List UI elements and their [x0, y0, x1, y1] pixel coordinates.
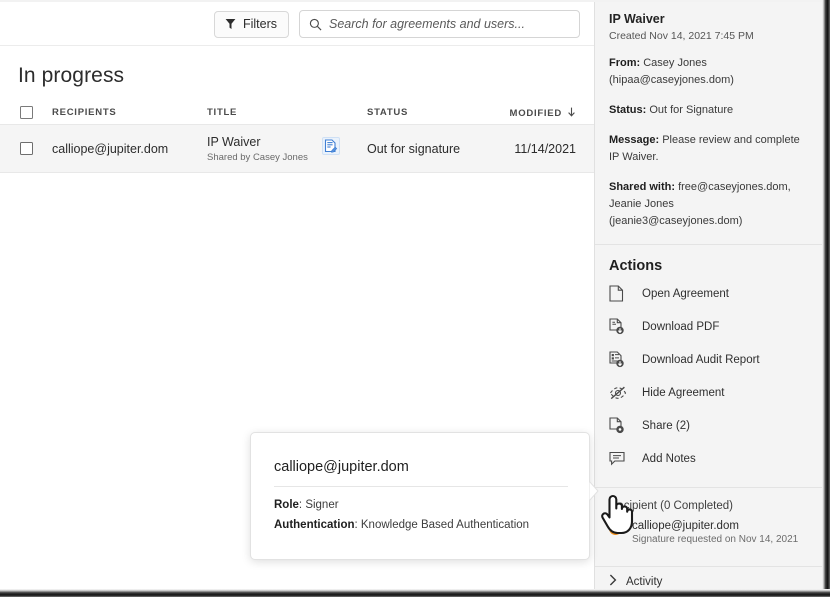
cell-doc-icon[interactable]	[322, 137, 367, 160]
tooltip-auth-label: Authentication	[274, 519, 355, 531]
recipient-tooltip-card: calliope@jupiter.dom Role: Signer Authen…	[250, 432, 590, 560]
detail-status: Status: Out for Signature	[609, 102, 808, 119]
download-pdf-icon	[609, 318, 633, 335]
action-download-pdf-label: Download PDF	[642, 320, 720, 333]
action-download-audit-report[interactable]: Download Audit Report	[595, 343, 822, 376]
detail-status-label: Status:	[609, 104, 647, 116]
toolbar-controls: Filters	[213, 10, 580, 38]
tooltip-divider	[274, 486, 568, 487]
row-select-cell	[0, 142, 52, 155]
download-audit-report-icon	[609, 351, 633, 368]
action-hide-agreement[interactable]: Hide Agreement	[595, 376, 822, 409]
agreements-table: RECIPIENTS TITLE STATUS MODIFIED calliop…	[0, 100, 594, 173]
recipient-texts: calliope@jupiter.dom Signature requested…	[632, 520, 798, 545]
action-download-audit-report-label: Download Audit Report	[642, 353, 760, 366]
recipient-item[interactable]: calliope@jupiter.dom Signature requested…	[595, 520, 822, 545]
cell-title: IP Waiver Shared by Casey Jones	[207, 135, 322, 163]
column-header-modified[interactable]: MODIFIED	[502, 103, 594, 121]
detail-from-label: From:	[609, 57, 641, 69]
action-open-agreement-label: Open Agreement	[642, 287, 729, 300]
table-row[interactable]: calliope@jupiter.dom IP Waiver Shared by…	[0, 125, 594, 173]
column-header-recipients[interactable]: RECIPIENTS	[52, 107, 207, 118]
action-share[interactable]: Share (2)	[595, 409, 822, 442]
detail-shared-label: Shared with:	[609, 181, 676, 193]
cell-shared-by: Shared by Casey Jones	[207, 151, 308, 163]
tooltip-role-value: Signer	[305, 499, 339, 511]
tooltip-pointer-arrow	[588, 479, 600, 503]
document-signature-icon	[322, 137, 340, 160]
cell-status: Out for signature	[367, 141, 461, 156]
sort-arrow-down-icon	[567, 107, 576, 120]
funnel-icon	[225, 18, 236, 30]
top-toolbar: Filters	[0, 0, 594, 45]
detail-doc-title: IP Waiver	[609, 12, 665, 26]
search-input[interactable]	[329, 17, 564, 31]
cell-recipient: calliope@jupiter.dom	[52, 141, 169, 156]
file-icon	[609, 285, 633, 302]
tooltip-title: calliope@jupiter.dom	[274, 459, 409, 475]
table-header-row: RECIPIENTS TITLE STATUS MODIFIED	[0, 100, 594, 125]
detail-created: Created Nov 14, 2021 7:45 PM	[609, 30, 754, 42]
activity-label: Activity	[626, 576, 663, 588]
search-icon	[309, 18, 322, 31]
window-edge-top	[0, 0, 830, 2]
toolbar-divider	[0, 45, 594, 46]
action-share-label: Share (2)	[642, 419, 690, 432]
actions-heading: Actions	[609, 258, 663, 274]
cell-modified: 11/14/2021	[514, 141, 576, 156]
recipient-name: calliope@jupiter.dom	[632, 520, 739, 532]
search-box[interactable]	[299, 10, 580, 38]
tooltip-auth-line: Authentication: Knowledge Based Authenti…	[274, 519, 530, 531]
filters-button-label: Filters	[242, 17, 277, 31]
column-header-modified-label: MODIFIED	[509, 108, 562, 119]
detail-shared-with: Shared with: free@caseyjones.dom, Jeanie…	[609, 179, 808, 230]
detail-message-label: Message:	[609, 134, 660, 146]
select-all-cell	[0, 105, 52, 119]
agreement-summary-section: IP Waiver Created Nov 14, 2021 7:45 PM F…	[595, 0, 822, 244]
recipient-heading: Recipient (0 Completed)	[609, 500, 734, 512]
eye-slash-icon	[609, 385, 633, 400]
action-add-notes-label: Add Notes	[642, 452, 696, 465]
window-edge-bottom	[0, 589, 830, 597]
detail-status-value: Out for Signature	[649, 104, 734, 116]
cell-title-text: IP Waiver	[207, 134, 261, 149]
comment-icon	[609, 451, 633, 466]
tooltip-auth-value: Knowledge Based Authentication	[360, 519, 530, 531]
window-edge-right	[822, 0, 830, 597]
select-all-checkbox[interactable]	[19, 105, 33, 119]
action-download-pdf[interactable]: Download PDF	[595, 310, 822, 343]
recipient-status-dot-icon	[609, 522, 622, 535]
tooltip-role-label: Role	[274, 499, 299, 511]
row-checkbox[interactable]	[19, 142, 33, 155]
action-open-agreement[interactable]: Open Agreement	[595, 277, 822, 310]
detail-message: Message: Please review and complete IP W…	[609, 132, 808, 166]
action-hide-agreement-label: Hide Agreement	[642, 386, 725, 399]
chevron-right-icon	[609, 573, 617, 589]
agreement-detail-panel: IP Waiver Created Nov 14, 2021 7:45 PM F…	[594, 0, 822, 589]
share-file-icon	[609, 417, 633, 434]
tooltip-role-line: Role: Signer	[274, 499, 339, 511]
column-header-status[interactable]: STATUS	[367, 107, 502, 118]
recipient-subtext: Signature requested on Nov 14, 2021	[632, 534, 799, 545]
page-title: In progress	[18, 64, 125, 87]
detail-from: From: Casey Jones (hipaa@caseyjones.dom)	[609, 55, 808, 89]
app-window: Filters In progress	[0, 0, 830, 597]
filters-button[interactable]: Filters	[213, 10, 289, 38]
action-add-notes[interactable]: Add Notes	[595, 442, 822, 475]
activity-toggle[interactable]: Activity	[595, 567, 822, 589]
column-header-title[interactable]: TITLE	[207, 107, 322, 118]
